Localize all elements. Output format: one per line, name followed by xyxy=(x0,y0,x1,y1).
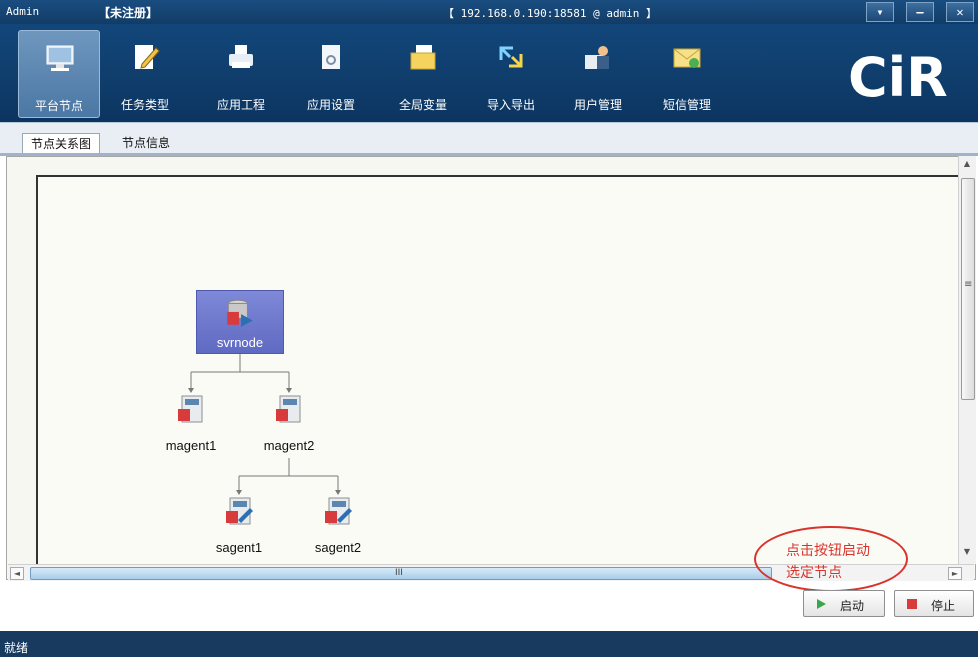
sub-agent-icon xyxy=(226,497,253,525)
toolbar-item-label: 应用设置 xyxy=(306,98,355,112)
toolbar-item-task-types[interactable]: 任务类型 xyxy=(104,30,186,118)
user-management-icon xyxy=(585,46,609,69)
tab-node-relationship[interactable]: 节点关系图 xyxy=(22,133,101,155)
app-window: Admin 【未注册】 【 192.168.0.190:18581 @ admi… xyxy=(0,0,978,657)
node-magent2[interactable]: magent2 xyxy=(259,394,319,456)
cir-logo: CiR xyxy=(848,46,948,106)
toolbar-item-label: 用户管理 xyxy=(573,98,622,112)
toolbar-item-import-export[interactable]: 导入导出 xyxy=(470,30,552,118)
import-export-arrows-icon xyxy=(499,46,523,68)
title-host: 【 192.168.0.190:18581 @ admin 】 xyxy=(443,7,658,20)
tab-node-info[interactable]: 节点信息 xyxy=(114,133,178,155)
node-label: magent1 xyxy=(165,438,217,453)
play-icon xyxy=(817,599,826,609)
annotation-line-2: 选定节点 xyxy=(786,565,842,581)
logo-text: CiR xyxy=(848,46,948,106)
toolbar-item-label: 任务类型 xyxy=(120,98,169,112)
title-user: Admin xyxy=(6,5,40,18)
toolbar-item-user-management[interactable]: 用户管理 xyxy=(557,30,639,118)
graph-panel xyxy=(6,156,976,580)
stop-button-label: 停止 xyxy=(931,599,956,613)
node-label: sagent1 xyxy=(215,540,263,555)
printer-icon xyxy=(229,45,253,68)
vertical-scroll-thumb[interactable]: ≡ xyxy=(961,178,975,400)
stop-button[interactable]: 停止 xyxy=(894,590,974,617)
start-button[interactable]: 启动 xyxy=(803,590,885,617)
menu-dropdown-button[interactable]: ▾ xyxy=(866,2,894,22)
monitor-icon xyxy=(46,45,74,71)
scroll-down-icon[interactable]: ▼ xyxy=(960,546,974,559)
toolbar-item-label: 全局变量 xyxy=(398,98,447,112)
settings-document-icon xyxy=(322,45,340,69)
node-sagent2[interactable]: sagent2 xyxy=(308,496,368,558)
annotation-line-1: 点击按钮启动 xyxy=(786,543,870,559)
close-button[interactable]: ✕ xyxy=(946,2,974,22)
thumb-grip: ≡ xyxy=(964,279,973,290)
sms-envelope-icon xyxy=(673,48,701,68)
annotation-callout: 点击按钮启动 选定节点 xyxy=(754,526,908,592)
toolbar-item-label: 应用工程 xyxy=(216,98,265,112)
node-label: magent2 xyxy=(263,438,315,453)
node-sagent1[interactable]: sagent1 xyxy=(209,496,269,558)
title-bar: Admin 【未注册】 【 192.168.0.190:18581 @ admi… xyxy=(0,0,978,24)
toolbar-item-sms-management[interactable]: 短信管理 xyxy=(646,30,728,118)
toolbar-item-global-variables[interactable]: 全局变量 xyxy=(382,30,464,118)
toolbar-item-label: 短信管理 xyxy=(662,98,711,112)
node-label: svrnode xyxy=(216,335,264,350)
agent-machine-icon xyxy=(276,395,301,423)
title-registration: 【未注册】 xyxy=(98,6,159,20)
node-svrnode[interactable]: svrnode xyxy=(196,290,284,354)
scroll-right-icon[interactable]: ► xyxy=(948,567,962,580)
toolbar-item-label: 平台节点 xyxy=(34,99,83,113)
start-button-label: 启动 xyxy=(840,599,865,613)
main-toolbar: 平台节点 任务类型 应用工程 应用设置 全局变量 导入导出 用户管理 短信管理 … xyxy=(0,24,978,122)
scroll-up-icon[interactable]: ▲ xyxy=(960,158,974,171)
edit-document-icon xyxy=(135,45,160,69)
thumb-grip: III xyxy=(395,568,403,578)
horizontal-scroll-thumb[interactable]: III xyxy=(30,567,772,580)
toolbar-item-app-settings[interactable]: 应用设置 xyxy=(290,30,372,118)
tab-bar: 节点关系图 节点信息 xyxy=(0,122,978,155)
server-database-icon xyxy=(227,299,253,327)
node-label: sagent2 xyxy=(314,540,362,555)
agent-machine-icon xyxy=(178,395,203,423)
toolbar-item-app-projects[interactable]: 应用工程 xyxy=(200,30,282,118)
graph-canvas[interactable] xyxy=(36,175,961,566)
sub-agent-icon xyxy=(325,497,352,525)
folder-document-icon xyxy=(410,45,436,70)
node-magent1[interactable]: magent1 xyxy=(161,394,221,456)
minimize-button[interactable]: – xyxy=(906,2,934,22)
toolbar-item-platform-nodes[interactable]: 平台节点 xyxy=(18,30,100,118)
vertical-scrollbar[interactable]: ▲ ≡ ▼ xyxy=(958,156,976,564)
toolbar-item-label: 导入导出 xyxy=(486,98,535,112)
status-text: 就绪 xyxy=(4,641,29,655)
stop-icon xyxy=(907,599,917,609)
scroll-left-icon[interactable]: ◄ xyxy=(10,567,24,580)
status-bar: 就绪 xyxy=(0,631,978,657)
